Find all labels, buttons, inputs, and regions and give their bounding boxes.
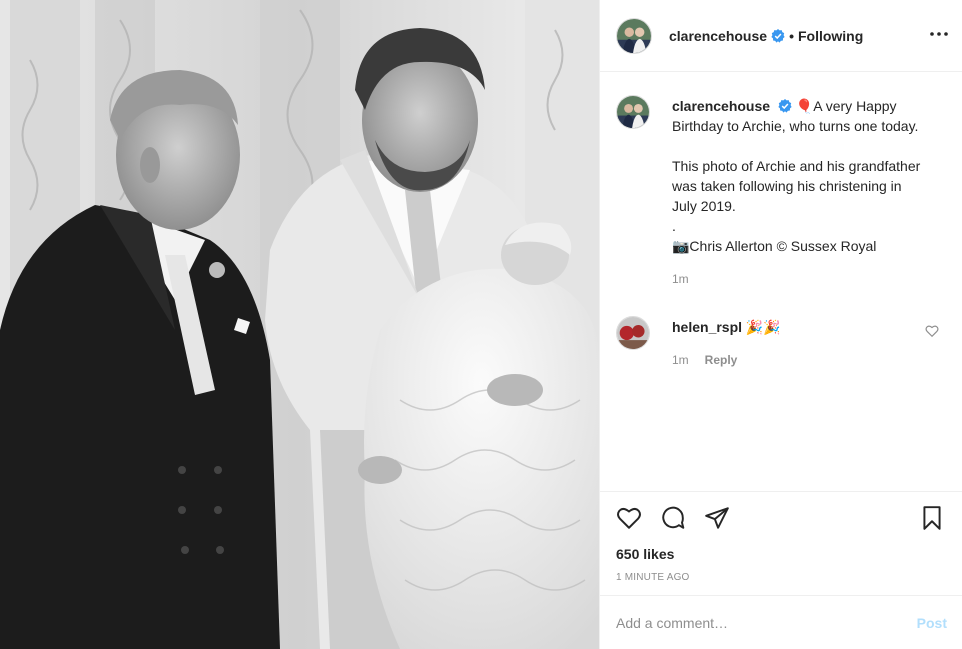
commenter-avatar[interactable] (616, 316, 650, 350)
post-photo[interactable] (0, 0, 599, 649)
header-separator: • (789, 27, 794, 44)
comment-like-heart-icon[interactable] (925, 324, 939, 338)
comment-meta: 1m Reply (672, 353, 902, 367)
reply-button[interactable]: Reply (705, 353, 738, 367)
following-button[interactable]: Following (798, 28, 863, 44)
comment-time[interactable]: 1m (672, 353, 689, 367)
account-username[interactable]: clarencehouse (669, 28, 767, 44)
action-icons-row (616, 504, 947, 532)
comment-body: helen_rspl 🎉🎉 1m Reply (672, 310, 902, 367)
bookmark-icon[interactable] (919, 504, 947, 532)
caption-comment: clarencehouse 🎈A very Happy Birthday to … (616, 89, 947, 286)
caption-text-block: clarencehouse 🎈A very Happy Birthday to … (672, 96, 922, 256)
caption-text: A very Happy Birthday to Archie, who tur… (672, 98, 921, 254)
caption-time[interactable]: 1m (672, 272, 689, 286)
post-actions: 650 likes 1 MINUTE AGO (600, 491, 962, 583)
comment-text-block: helen_rspl 🎉🎉 (672, 317, 902, 337)
add-comment-bar: Post (600, 595, 962, 649)
post-header: clarencehouse • Following (600, 0, 962, 72)
account-avatar[interactable] (616, 17, 652, 54)
caption-username[interactable]: clarencehouse (672, 98, 770, 114)
paper-plane-icon[interactable] (704, 504, 732, 532)
verified-badge-icon (778, 99, 792, 113)
photo-image (0, 0, 599, 649)
caption-meta: 1m (672, 272, 922, 286)
list-item: helen_rspl 🎉🎉 1m Reply (616, 310, 947, 367)
comment-icon[interactable] (660, 504, 688, 532)
post-comment-button[interactable]: Post (917, 615, 947, 631)
add-comment-input[interactable] (616, 614, 917, 631)
caption-body: clarencehouse 🎈A very Happy Birthday to … (672, 89, 922, 286)
verified-badge-icon (771, 28, 785, 43)
comment-username[interactable]: helen_rspl (672, 319, 742, 335)
post-side-panel: clarencehouse • Following clarencehouse … (599, 0, 962, 649)
caption-emoji: 🎈 (795, 98, 814, 114)
comment-text: 🎉🎉 (745, 319, 781, 335)
likes-count[interactable]: 650 likes (616, 546, 947, 562)
comments-section: clarencehouse 🎈A very Happy Birthday to … (600, 73, 962, 491)
more-options-icon[interactable] (927, 22, 951, 46)
instagram-post: clarencehouse • Following clarencehouse … (0, 0, 962, 649)
caption-avatar[interactable] (616, 95, 650, 129)
post-timestamp[interactable]: 1 MINUTE AGO (616, 572, 947, 583)
heart-icon[interactable] (616, 504, 644, 532)
